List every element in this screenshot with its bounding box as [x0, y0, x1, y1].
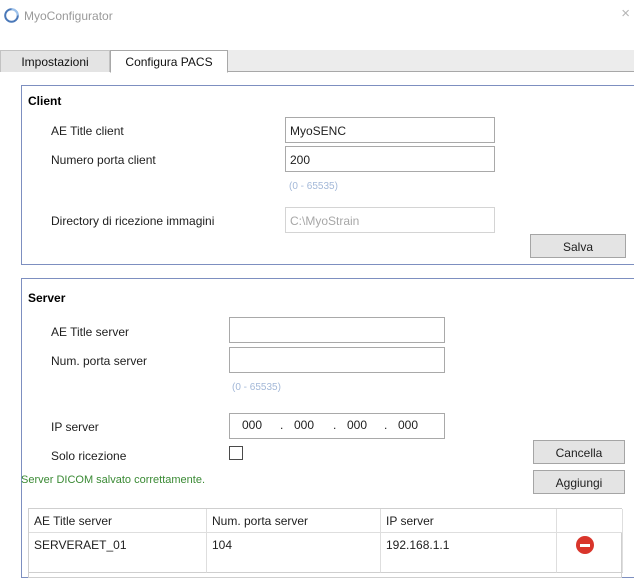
delete-icon[interactable] — [576, 536, 594, 554]
ae-title-server-input[interactable] — [229, 317, 445, 343]
ae-title-client-label: AE Title client — [51, 124, 124, 138]
receive-directory-input — [285, 207, 495, 233]
server-table: AE Title server Num. porta server IP ser… — [28, 508, 623, 578]
ip-octet-3[interactable]: 000 — [347, 418, 367, 432]
receive-only-label: Solo ricezione — [51, 449, 127, 463]
server-port-label: Num. porta server — [51, 354, 148, 368]
ip-octet-2[interactable]: 000 — [294, 418, 314, 432]
server-port-range-hint: (0 - 65535) — [232, 382, 281, 393]
cell-ip[interactable]: 192.168.1.1 — [381, 533, 557, 573]
status-message: Server DICOM salvato correttamente. — [21, 474, 206, 486]
receive-directory-label: Directory di ricezione immagini — [51, 214, 215, 228]
client-port-range-hint: (0 - 65535) — [289, 181, 338, 192]
server-group-title: Server — [28, 291, 66, 305]
client-port-input[interactable] — [285, 146, 495, 172]
column-header-ip[interactable]: IP server — [381, 509, 557, 533]
ip-separator: . — [384, 418, 388, 432]
ae-title-client-input[interactable] — [285, 117, 495, 143]
receive-only-checkbox[interactable] — [229, 446, 243, 460]
tab-strip: Impostazioni Configura PACS — [0, 50, 634, 73]
ae-title-server-label: AE Title server — [51, 325, 130, 339]
ip-octet-4[interactable]: 000 — [398, 418, 418, 432]
add-button[interactable]: Aggiungi — [533, 470, 625, 494]
save-button[interactable]: Salva — [530, 234, 626, 258]
column-header-ae-title[interactable]: AE Title server — [29, 509, 207, 533]
tab-impostazioni[interactable]: Impostazioni — [0, 50, 110, 72]
ip-server-input[interactable]: 000 . 000 . 000 . 000 — [229, 413, 445, 439]
column-header-action — [557, 509, 623, 533]
client-group-title: Client — [28, 94, 62, 108]
title-bar: MyoConfigurator × — [0, 0, 634, 30]
close-icon[interactable]: × — [621, 6, 630, 22]
cell-ae-title[interactable]: SERVERAET_01 — [29, 533, 207, 573]
tab-configura-pacs[interactable]: Configura PACS — [110, 50, 228, 73]
client-port-label: Numero porta client — [51, 153, 156, 167]
ip-separator: . — [280, 418, 284, 432]
cell-port[interactable]: 104 — [207, 533, 381, 573]
ip-separator: . — [333, 418, 337, 432]
server-port-input[interactable] — [229, 347, 445, 373]
column-header-port[interactable]: Num. porta server — [207, 509, 381, 533]
ip-octet-1[interactable]: 000 — [242, 418, 262, 432]
ip-server-label: IP server — [51, 420, 99, 434]
cancel-button[interactable]: Cancella — [533, 440, 625, 464]
app-icon — [4, 8, 19, 23]
window-title: MyoConfigurator — [24, 9, 113, 23]
